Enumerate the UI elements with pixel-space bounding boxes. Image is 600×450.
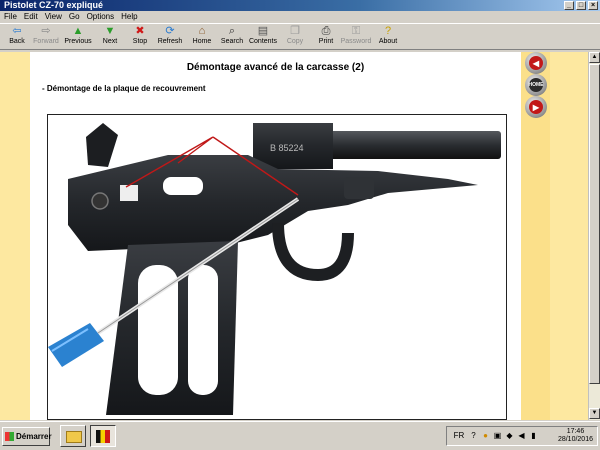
toolbar-password-button[interactable]: ⚿ Password bbox=[340, 25, 372, 49]
up-arrow-icon: ▲ bbox=[72, 25, 84, 37]
grip-window-right bbox=[188, 265, 218, 395]
menu-options[interactable]: Options bbox=[87, 11, 115, 23]
toolbar-stop-button[interactable]: ✖ Stop bbox=[124, 25, 156, 49]
password-icon: ⚿ bbox=[351, 25, 361, 37]
toolbar-label: Print bbox=[318, 38, 334, 45]
slide-catch bbox=[344, 177, 374, 199]
maximize-button[interactable]: □ bbox=[576, 1, 586, 10]
toolbar-label: About bbox=[378, 38, 398, 45]
language-indicator[interactable]: FR bbox=[453, 431, 465, 440]
folder-icon bbox=[66, 431, 82, 443]
nav-home-label: HOME bbox=[528, 82, 544, 88]
toolbar-contents-button[interactable]: ▤ Contents bbox=[247, 25, 279, 49]
side-strip bbox=[550, 52, 588, 420]
clock-date: 28/10/2016 bbox=[557, 436, 593, 443]
toolbar-about-button[interactable]: ? About bbox=[372, 25, 404, 49]
battery-icon[interactable]: ▮ bbox=[529, 431, 538, 440]
section-subheading: - Démontage de la plaque de recouvrement bbox=[42, 84, 206, 93]
home-icon: ⌂ bbox=[198, 25, 206, 37]
barrel bbox=[316, 131, 501, 159]
scroll-thumb[interactable] bbox=[589, 64, 600, 384]
toolbar-label: Password bbox=[340, 38, 372, 45]
windows-logo-icon bbox=[5, 432, 14, 441]
hammer bbox=[86, 123, 118, 167]
window-title: Pistolet CZ-70 expliqué bbox=[4, 0, 104, 10]
left-margin bbox=[0, 52, 30, 420]
start-label: Démarrer bbox=[16, 432, 52, 441]
menu-help[interactable]: Help bbox=[121, 11, 137, 23]
minimize-button[interactable]: _ bbox=[564, 1, 574, 10]
menu-edit[interactable]: Edit bbox=[24, 11, 38, 23]
toolbar-back-button[interactable]: ⇦ Back bbox=[1, 25, 33, 49]
frame-screw bbox=[91, 192, 109, 210]
close-button[interactable]: × bbox=[588, 1, 598, 10]
toolbar: ⇦ Back ⇨ Forward ▲ Previous ▼ Next ✖ Stop ⟳ Refresh… bbox=[0, 23, 600, 50]
toolbar-previous-button[interactable]: ▲ Previous bbox=[62, 25, 94, 49]
contents-icon: ▤ bbox=[257, 25, 269, 37]
back-arrow-icon: ⇦ bbox=[12, 25, 22, 37]
title-bar: Pistolet CZ-70 expliqué _ □ × bbox=[0, 0, 600, 11]
menu-view[interactable]: View bbox=[45, 11, 62, 23]
next-arrow-icon: ▶ bbox=[532, 102, 540, 112]
copy-icon: ❐ bbox=[290, 25, 300, 37]
shield-icon[interactable]: ◆ bbox=[505, 431, 514, 440]
volume-icon[interactable]: ◀ bbox=[517, 431, 526, 440]
vertical-scrollbar[interactable]: ▲ ▼ bbox=[588, 52, 600, 420]
toolbar-label: Stop bbox=[132, 38, 148, 45]
toolbar-label: Previous bbox=[64, 38, 92, 45]
toolbar-label: Refresh bbox=[157, 38, 183, 45]
update-icon[interactable]: ● bbox=[481, 431, 490, 440]
help-viewer-icon bbox=[96, 430, 110, 443]
menu-go[interactable]: Go bbox=[69, 11, 80, 23]
menu-file[interactable]: File bbox=[4, 11, 17, 23]
scroll-down-button[interactable]: ▼ bbox=[589, 408, 600, 419]
start-button[interactable]: Démarrer bbox=[2, 427, 52, 446]
page-title: Démontage avancé de la carcasse (2) bbox=[186, 62, 365, 73]
toolbar-print-button[interactable]: ⎙ Print bbox=[310, 25, 342, 49]
nav-previous-button[interactable]: ◀ bbox=[525, 52, 547, 74]
clock-time: 17:46 bbox=[566, 428, 585, 435]
menu-bar: File Edit View Go Options Help bbox=[0, 11, 600, 23]
refresh-icon: ⟳ bbox=[165, 25, 175, 37]
prev-arrow-icon: ◀ bbox=[532, 58, 540, 68]
scroll-up-button[interactable]: ▲ bbox=[589, 52, 600, 63]
pistol-illustration: B 85224 bbox=[48, 123, 501, 415]
toolbar-copy-button[interactable]: ❐ Copy bbox=[279, 25, 311, 49]
toolbar-forward-button[interactable]: ⇨ Forward bbox=[30, 25, 62, 49]
search-icon: ⌕ bbox=[228, 25, 236, 37]
taskbar-help-viewer-button[interactable] bbox=[90, 425, 116, 447]
toolbar-label: Back bbox=[9, 38, 25, 45]
toolbar-next-button[interactable]: ▼ Next bbox=[94, 25, 126, 49]
clock[interactable]: 17:46 28/10/2016 bbox=[558, 428, 593, 444]
trigger-guard bbox=[272, 222, 354, 282]
frame-cutout bbox=[163, 177, 203, 195]
toolbar-home-button[interactable]: ⌂ Home bbox=[186, 25, 218, 49]
about-icon: ? bbox=[384, 25, 392, 37]
nav-home-button[interactable]: HOME bbox=[525, 74, 547, 96]
taskbar: Démarrer FR ? ● ▣ ◆ ◀ ▮ 17:46 28/10/2016 bbox=[0, 421, 600, 450]
system-tray: FR ? ● ▣ ◆ ◀ ▮ 17:46 28/10/2016 bbox=[446, 426, 598, 446]
toolbar-search-button[interactable]: ⌕ Search bbox=[216, 25, 248, 49]
toolbar-label: Forward bbox=[33, 38, 59, 45]
forward-arrow-icon: ⇨ bbox=[41, 25, 51, 37]
serial-number: B 85224 bbox=[270, 143, 304, 153]
help-circle-icon[interactable]: ? bbox=[469, 431, 478, 440]
toolbar-refresh-button[interactable]: ⟳ Refresh bbox=[154, 25, 186, 49]
print-icon: ⎙ bbox=[321, 25, 331, 37]
screwdriver-handle bbox=[48, 323, 104, 367]
network-icon[interactable]: ▣ bbox=[493, 431, 502, 440]
taskbar-explorer-button[interactable] bbox=[60, 425, 86, 447]
down-arrow-icon: ▼ bbox=[104, 25, 116, 37]
nav-next-button[interactable]: ▶ bbox=[525, 96, 547, 118]
pistol-photo: B 85224 bbox=[47, 114, 507, 420]
toolbar-label: Copy bbox=[286, 38, 304, 45]
frame-window bbox=[120, 185, 138, 201]
toolbar-label: Next bbox=[102, 38, 118, 45]
toolbar-label: Contents bbox=[248, 38, 278, 45]
toolbar-label: Home bbox=[192, 38, 212, 45]
toolbar-label: Search bbox=[220, 38, 244, 45]
stop-icon: ✖ bbox=[135, 25, 145, 37]
